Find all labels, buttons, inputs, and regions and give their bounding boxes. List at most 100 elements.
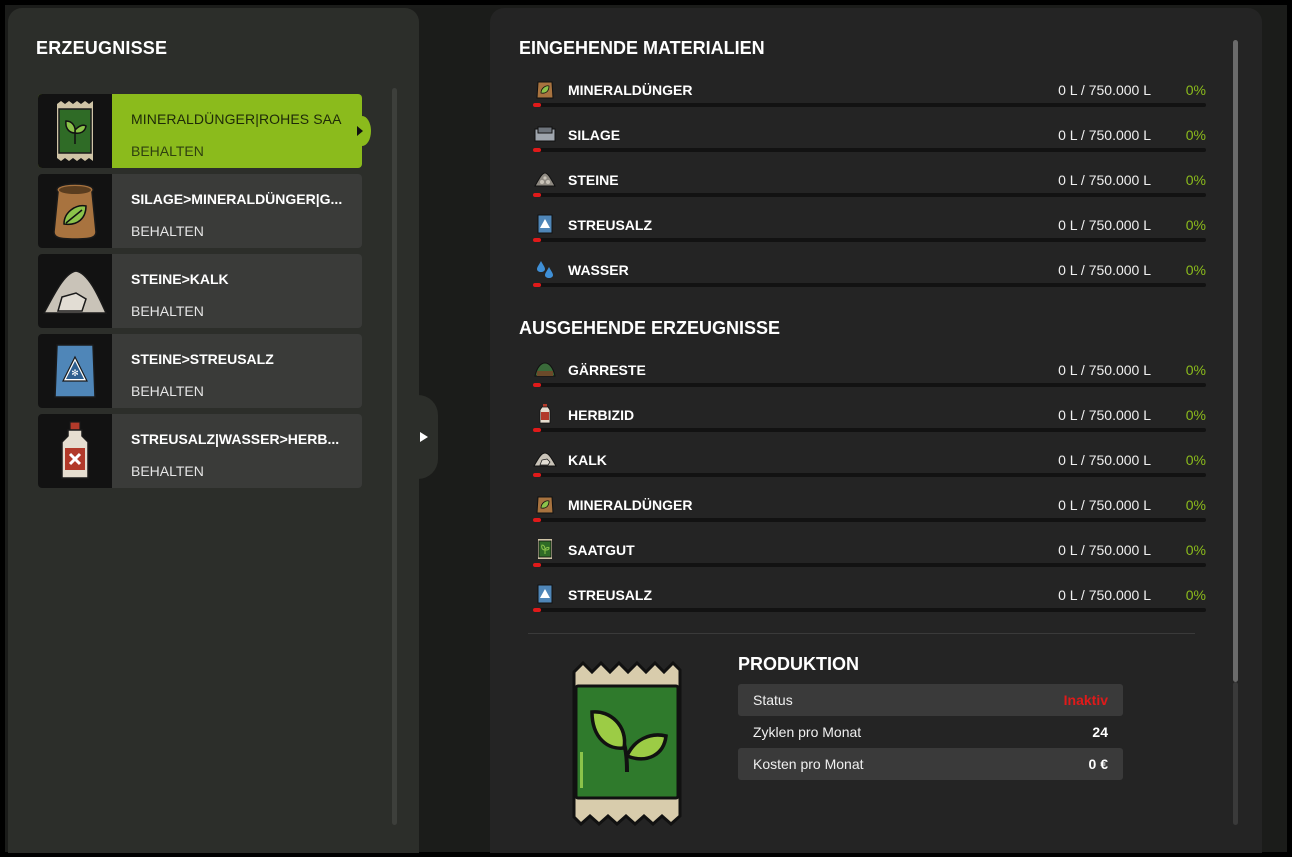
silage-icon [533, 123, 557, 145]
fill-level-bar [533, 428, 1206, 432]
fill-level-bar [533, 283, 1206, 287]
fill-level-bar [533, 473, 1206, 477]
product-item-name: STEINE>KALK [131, 271, 229, 287]
stones-icon [533, 168, 557, 190]
cost-label: Kosten pro Monat [753, 756, 864, 772]
incoming-row-silage: SILAGE 0 L / 750.000 L 0% [533, 123, 1206, 163]
incoming-row-fertilizer: MINERALDÜNGER 0 L / 750.000 L 0% [533, 78, 1206, 118]
outgoing-title: AUSGEHENDE ERZEUGNISSE [519, 318, 781, 338]
incoming-row-stones: STEINE 0 L / 750.000 L 0% [533, 168, 1206, 208]
material-amount: 0 L / 750.000 L [1058, 407, 1151, 423]
fill-level-bar [533, 148, 1206, 152]
incoming-row-water: WASSER 0 L / 750.000 L 0% [533, 258, 1206, 298]
material-percent: 0% [1185, 172, 1206, 188]
road-salt-icon [533, 213, 557, 235]
material-amount: 0 L / 750.000 L [1058, 127, 1151, 143]
outgoing-row-herbicide: HERBIZID 0 L / 750.000 L 0% [533, 403, 1206, 443]
product-item-mode: BEHALTEN [131, 383, 204, 399]
material-percent: 0% [1185, 217, 1206, 233]
products-scrollbar[interactable] [392, 88, 397, 825]
material-amount: 0 L / 750.000 L [1058, 362, 1151, 378]
product-item-4[interactable]: ✻ STEINE>STREUSALZ BEHALTEN [38, 334, 362, 408]
material-name: WASSER [568, 262, 629, 278]
material-amount: 0 L / 750.000 L [1058, 542, 1151, 558]
material-amount: 0 L / 750.000 L [1058, 217, 1151, 233]
digestate-icon [533, 358, 557, 380]
product-item-3[interactable]: STEINE>KALK BEHALTEN [38, 254, 362, 328]
lime-pile-icon [38, 254, 112, 328]
material-name: STREUSALZ [568, 587, 652, 603]
cost-row: Kosten pro Monat 0 € [738, 748, 1123, 780]
details-scrollbar[interactable] [1233, 40, 1238, 682]
material-percent: 0% [1185, 587, 1206, 603]
product-item-mode: BEHALTEN [131, 303, 204, 319]
material-percent: 0% [1185, 127, 1206, 143]
herbicide-icon [533, 403, 557, 425]
product-item-name: MINERALDÜNGER|ROHES SAA [131, 111, 342, 127]
cycles-value: 24 [1092, 724, 1108, 740]
material-name: STEINE [568, 172, 619, 188]
details-scrollbar-track [1233, 682, 1238, 825]
section-divider [528, 633, 1195, 634]
material-amount: 0 L / 750.000 L [1058, 262, 1151, 278]
material-name: GÄRRESTE [568, 362, 646, 378]
fertilizer-icon [533, 78, 557, 100]
outgoing-row-digestate: GÄRRESTE 0 L / 750.000 L 0% [533, 358, 1206, 398]
incoming-row-road-salt: STREUSALZ 0 L / 750.000 L 0% [533, 213, 1206, 253]
product-item-mode: BEHALTEN [131, 223, 204, 239]
product-item-2[interactable]: SILAGE>MINERALDÜNGER|G... BEHALTEN [38, 174, 362, 248]
seed-bag-icon [38, 94, 112, 168]
material-name: HERBIZID [568, 407, 635, 423]
material-amount: 0 L / 750.000 L [1058, 587, 1151, 603]
products-title: ERZEUGNISSE [36, 38, 168, 58]
material-amount: 0 L / 750.000 L [1058, 497, 1151, 513]
material-name: KALK [568, 452, 607, 468]
material-percent: 0% [1185, 362, 1206, 378]
fill-level-bar [533, 103, 1206, 107]
material-percent: 0% [1185, 497, 1206, 513]
fill-level-bar [533, 563, 1206, 567]
seed-bag-icon [570, 660, 684, 831]
fill-level-bar [533, 238, 1206, 242]
material-percent: 0% [1185, 452, 1206, 468]
material-name: MINERALDÜNGER [568, 497, 693, 513]
cycles-row: Zyklen pro Monat 24 [738, 716, 1123, 748]
material-percent: 0% [1185, 262, 1206, 278]
product-item-name: STEINE>STREUSALZ [131, 351, 274, 367]
product-item-mode: BEHALTEN [131, 463, 204, 479]
outgoing-row-lime: KALK 0 L / 750.000 L 0% [533, 448, 1206, 488]
cost-value: 0 € [1088, 756, 1108, 772]
product-item-1[interactable]: MINERALDÜNGER|ROHES SAA BEHALTEN [38, 94, 371, 168]
product-item-name: SILAGE>MINERALDÜNGER|G... [131, 191, 343, 207]
material-name: MINERALDÜNGER [568, 82, 693, 98]
herbicide-bottle-icon [38, 414, 112, 488]
fill-level-bar [533, 193, 1206, 197]
fertilizer-sack-icon [38, 174, 112, 248]
cycles-label: Zyklen pro Monat [753, 724, 862, 740]
material-amount: 0 L / 750.000 L [1058, 452, 1151, 468]
road-salt-icon [533, 583, 557, 605]
material-amount: 0 L / 750.000 L [1058, 172, 1151, 188]
outgoing-row-fertilizer: MINERALDÜNGER 0 L / 750.000 L 0% [533, 493, 1206, 533]
incoming-title: EINGEHENDE MATERIALIEN [519, 38, 765, 58]
arrow-right-icon [420, 432, 428, 442]
material-name: SILAGE [568, 127, 621, 143]
lime-icon [533, 448, 557, 470]
selected-arrow-icon [353, 116, 371, 146]
status-row: Status Inaktiv [738, 684, 1123, 716]
svg-text:✻: ✻ [71, 369, 79, 379]
production-title: PRODUKTION [738, 654, 859, 674]
fill-level-bar [533, 383, 1206, 387]
outgoing-row-road-salt: STREUSALZ 0 L / 750.000 L 0% [533, 583, 1206, 623]
outgoing-row-seeds: SAATGUT 0 L / 750.000 L 0% [533, 538, 1206, 578]
material-name: SAATGUT [568, 542, 635, 558]
material-percent: 0% [1185, 407, 1206, 423]
product-item-name: STREUSALZ|WASSER>HERB... [131, 431, 340, 447]
status-label: Status [753, 692, 793, 708]
fill-level-bar [533, 518, 1206, 522]
fertilizer-icon [533, 493, 557, 515]
product-item-5[interactable]: STREUSALZ|WASSER>HERB... BEHALTEN [38, 414, 362, 488]
water-icon [533, 258, 557, 280]
collapse-panel-button[interactable] [418, 395, 438, 479]
material-percent: 0% [1185, 82, 1206, 98]
